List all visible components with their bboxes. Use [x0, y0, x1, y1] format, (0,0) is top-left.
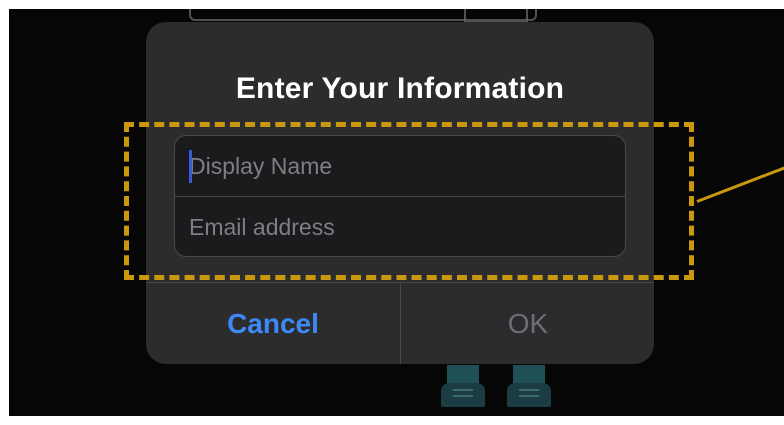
- ok-button[interactable]: OK: [401, 283, 654, 364]
- display-name-field-row: [175, 136, 625, 196]
- background-shoe-icon: [507, 365, 551, 407]
- background-collar-icon: [464, 9, 528, 23]
- email-input[interactable]: [175, 197, 625, 256]
- annotation-callout-line: [696, 165, 784, 203]
- dialog-title: Enter Your Information: [235, 72, 565, 105]
- alert-dialog: Enter Your Information Cancel OK: [146, 22, 654, 364]
- app-screen: Enter Your Information Cancel OK: [9, 9, 784, 416]
- display-name-input[interactable]: [175, 136, 625, 196]
- email-field-row: [175, 196, 625, 256]
- text-field-group: [174, 135, 626, 257]
- background-shoe-icon: [441, 365, 485, 407]
- cancel-button[interactable]: Cancel: [146, 283, 400, 364]
- text-caret: [189, 150, 192, 183]
